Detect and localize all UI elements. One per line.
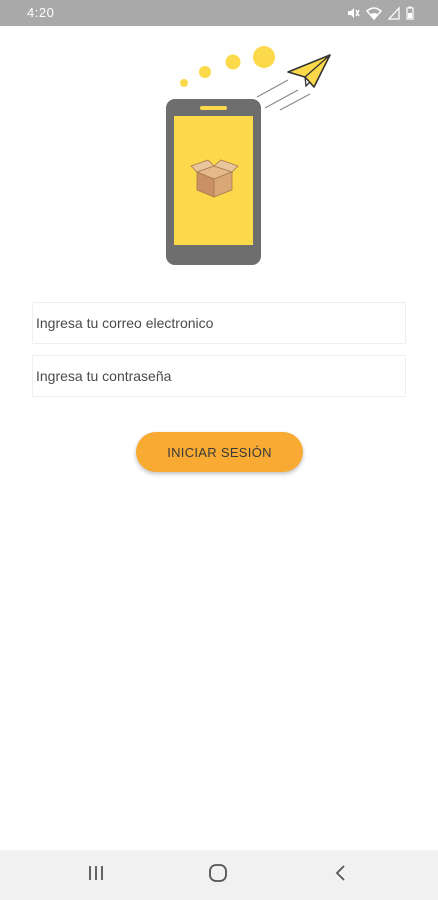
hero-illustration [160,42,340,272]
status-bar: 4:20 [0,0,438,26]
paper-plane-icon [287,54,331,88]
password-input[interactable] [33,356,405,396]
recents-button[interactable] [61,850,131,900]
home-button[interactable] [183,850,253,900]
email-field[interactable] [32,302,406,344]
mute-icon [346,6,360,20]
signal-icon [388,6,400,20]
battery-icon [406,6,414,20]
status-icons [346,5,414,21]
password-field[interactable] [32,355,406,397]
login-button[interactable]: INICIAR SESIÓN [136,432,303,472]
wifi-icon [366,6,382,20]
home-icon [207,862,229,889]
system-nav-bar [0,850,438,900]
speed-lines [256,79,311,111]
email-input[interactable] [33,303,405,343]
dots-decoration [180,46,275,87]
recents-icon [86,864,106,887]
status-time: 4:20 [27,5,55,20]
back-button[interactable] [306,850,376,900]
back-icon [333,863,349,888]
